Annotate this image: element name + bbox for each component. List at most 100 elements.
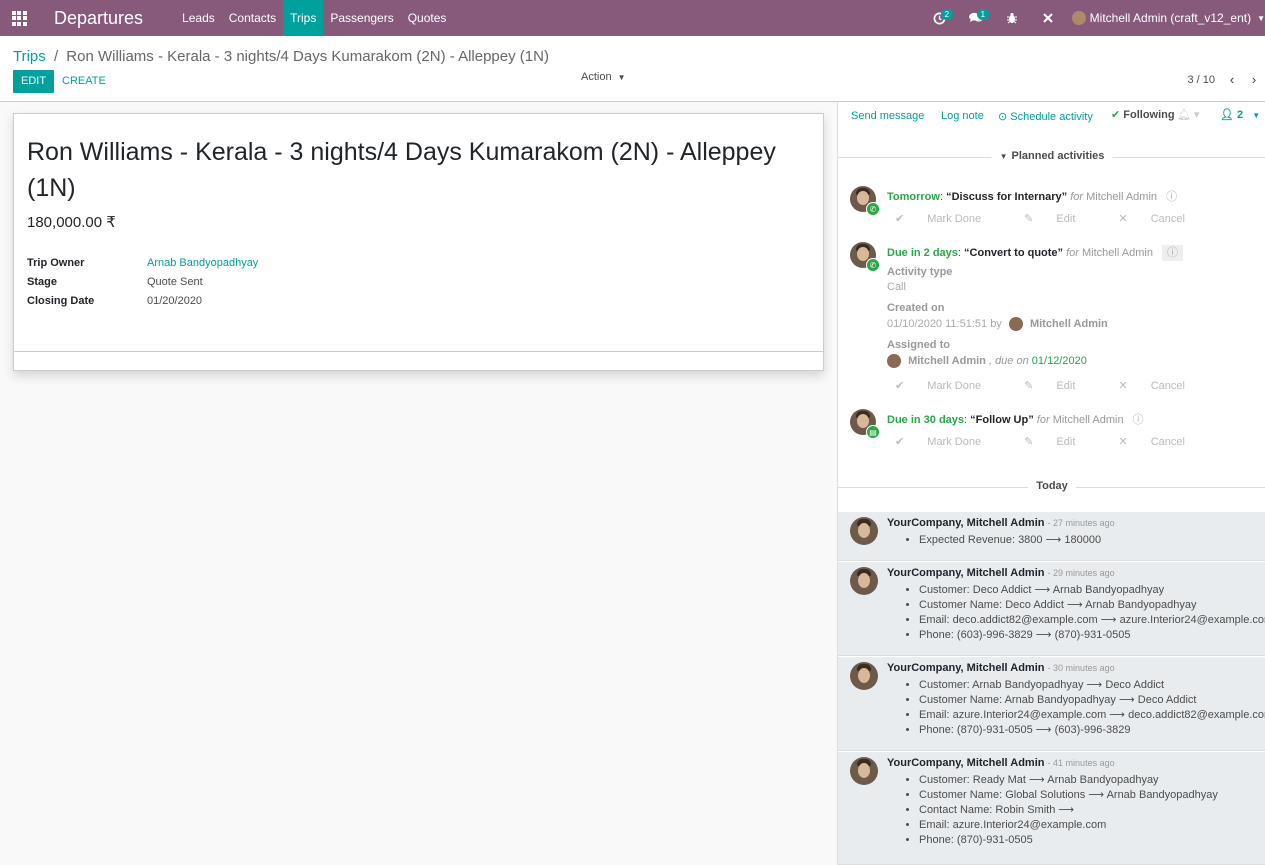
pager-value[interactable]: 3 / 10 [1187,74,1215,86]
close-icon: ✕ [1118,380,1128,392]
log-note-button[interactable]: Log note [941,110,984,122]
activity-for: for [1070,191,1084,203]
mark-done-button[interactable]: ✔ Mark Done [895,213,1001,225]
action-label: Action [581,71,612,83]
record-title: Ron Williams - Kerala - 3 nights/4 Days … [27,138,776,202]
list-item: Contact Name: Robin Smith ⟶ [919,803,1218,818]
followers-count: 2 [1237,109,1244,121]
messages-count-badge: 1 [976,9,990,20]
activity-due: Due in 2 days [887,247,958,259]
stage-value: Quote Sent [147,275,203,288]
schedule-activity-button[interactable]: ⊙ Schedule activity [998,110,1093,123]
caret-down-icon: ▼ [617,73,626,82]
pager-previous-icon[interactable]: ‹ [1221,72,1243,87]
field-label: Closing Date [27,294,95,307]
list-item: Email: azure.Interior24@example.com [919,818,1218,833]
menu-quotes[interactable]: Quotes [401,0,454,36]
closing-date-value: 01/20/2020 [147,294,203,307]
control-panel: Trips / Ron Williams - Kerala - 3 nights… [0,36,1265,102]
avatar[interactable] [850,757,878,785]
tracking-changes: Customer: Deco Addict ⟶ Arnab Bandyopadh… [919,583,1265,643]
pencil-icon: ✎ [1024,380,1034,392]
phone-icon: ✆ [866,258,880,272]
phone-icon: ✆ [866,202,880,216]
avatar[interactable] [850,517,878,545]
menu-trips[interactable]: Trips [283,0,324,36]
created-on-value: 01/10/2020 11:51:51 [887,317,988,330]
menu-passengers[interactable]: Passengers [323,0,400,36]
messaging-comments-icon[interactable]: 1 [958,0,994,36]
cancel-activity-button[interactable]: ✕ Cancel [1118,436,1205,448]
message-item: YourCompany, Mitchell Admin - 41 minutes… [838,752,1265,865]
following-label: Following [1123,109,1175,121]
cancel-activity-button[interactable]: ✕ Cancel [1118,380,1205,392]
mark-done-button[interactable]: ✔ Mark Done [895,380,1001,392]
activity-due: Tomorrow [887,191,940,203]
avatar [887,354,901,368]
info-icon[interactable]: ⓘ [1166,191,1177,203]
user-menu[interactable]: Mitchell Admin (craft_v12_ent) ▼ [1071,11,1265,25]
user-icon: 👤︎ [1220,109,1234,121]
user-name: Mitchell Admin (craft_v12_ent) [1089,11,1252,25]
list-item: Phone: (603)-996-3829 ⟶ (870)-931-0505 [919,628,1265,643]
tools-close-icon[interactable] [1030,0,1066,36]
edit-activity-button[interactable]: ✎ Edit [1024,213,1095,225]
top-navbar: Departures Leads Contacts Trips Passenge… [0,0,1265,36]
list-item: Customer Name: Deco Addict ⟶ Arnab Bandy… [919,598,1265,613]
message-author[interactable]: YourCompany, Mitchell Admin [887,662,1044,674]
activity-user: Mitchell Admin [1086,191,1158,203]
apps-menu-icon[interactable] [0,0,38,36]
planned-activities-toggle[interactable]: ▼ Planned activities [838,150,1265,164]
mark-done-button[interactable]: ✔ Mark Done [895,436,1001,448]
following-button[interactable]: ✔ Following [1111,108,1175,121]
edit-activity-button[interactable]: ✎ Edit [1024,436,1095,448]
field-label: Stage [27,275,57,288]
action-dropdown[interactable]: Action ▼ [581,71,626,83]
message-author[interactable]: YourCompany, Mitchell Admin [887,567,1044,579]
tracking-changes: Customer: Ready Mat ⟶ Arnab Bandyopadhya… [919,773,1218,848]
info-icon[interactable]: ⓘ [1133,414,1144,426]
info-icon[interactable]: ⓘ [1162,245,1183,261]
form-fields: Trip Owner Arnab Bandyopadhyay Stage Quo… [27,253,258,310]
bell-icon[interactable]: 🔔︎ ▾ [1177,108,1200,121]
activity-summary: “Follow Up” [970,414,1034,426]
activity-clock-icon[interactable]: 2 [922,0,958,36]
avatar[interactable] [850,662,878,690]
chatter: Send message Log note ⊙ Schedule activit… [837,102,1265,865]
edit-activity-button[interactable]: ✎ Edit [1024,380,1095,392]
send-message-button[interactable]: Send message [851,110,924,122]
breadcrumb-trips-link[interactable]: Trips [13,48,46,65]
message-time: - 41 minutes ago [1047,758,1115,768]
pager-next-icon[interactable]: › [1243,72,1265,87]
create-button[interactable]: CREATE [62,70,106,93]
activity-for: for [1066,247,1079,259]
followers-button[interactable]: 👤︎ 2 ▼ [1220,108,1260,121]
breadcrumb-separator: / [53,48,59,65]
today-label: Today [1028,480,1076,492]
activity-summary: “Discuss for Internary” [946,191,1068,203]
menu-contacts[interactable]: Contacts [222,0,283,36]
pager: 3 / 10 ‹ › [1187,72,1265,87]
schedule-activity-label: Schedule activity [1010,111,1093,123]
message-author[interactable]: YourCompany, Mitchell Admin [887,517,1044,529]
avatar[interactable] [850,567,878,595]
message-time: - 27 minutes ago [1047,518,1115,528]
field-label: Trip Owner [27,256,85,269]
clock-icon: ⊙ [998,111,1008,123]
avatar [1008,317,1023,331]
divider [14,351,823,352]
pencil-icon: ✎ [1024,213,1034,225]
trip-owner-link[interactable]: Arnab Bandyopadhyay [147,257,258,269]
created-on-label: Created on [887,302,945,314]
edit-button[interactable]: EDIT [13,70,55,93]
menu-leads[interactable]: Leads [175,0,222,36]
debug-bug-icon[interactable] [994,0,1030,36]
cancel-activity-button[interactable]: ✕ Cancel [1118,213,1205,225]
activity-for: for [1036,414,1050,426]
check-icon: ✔ [895,436,905,448]
tracking-changes: Expected Revenue: 3800 ⟶ 180000 [919,533,1101,548]
tracking-changes: Customer: Arnab Bandyopadhyay ⟶ Deco Add… [919,678,1265,738]
activity-item: ▤ Due in 30 days: “Follow Up” for Mitche… [850,409,1260,449]
activity-type-value: Call [887,281,906,293]
message-author[interactable]: YourCompany, Mitchell Admin [887,757,1044,769]
